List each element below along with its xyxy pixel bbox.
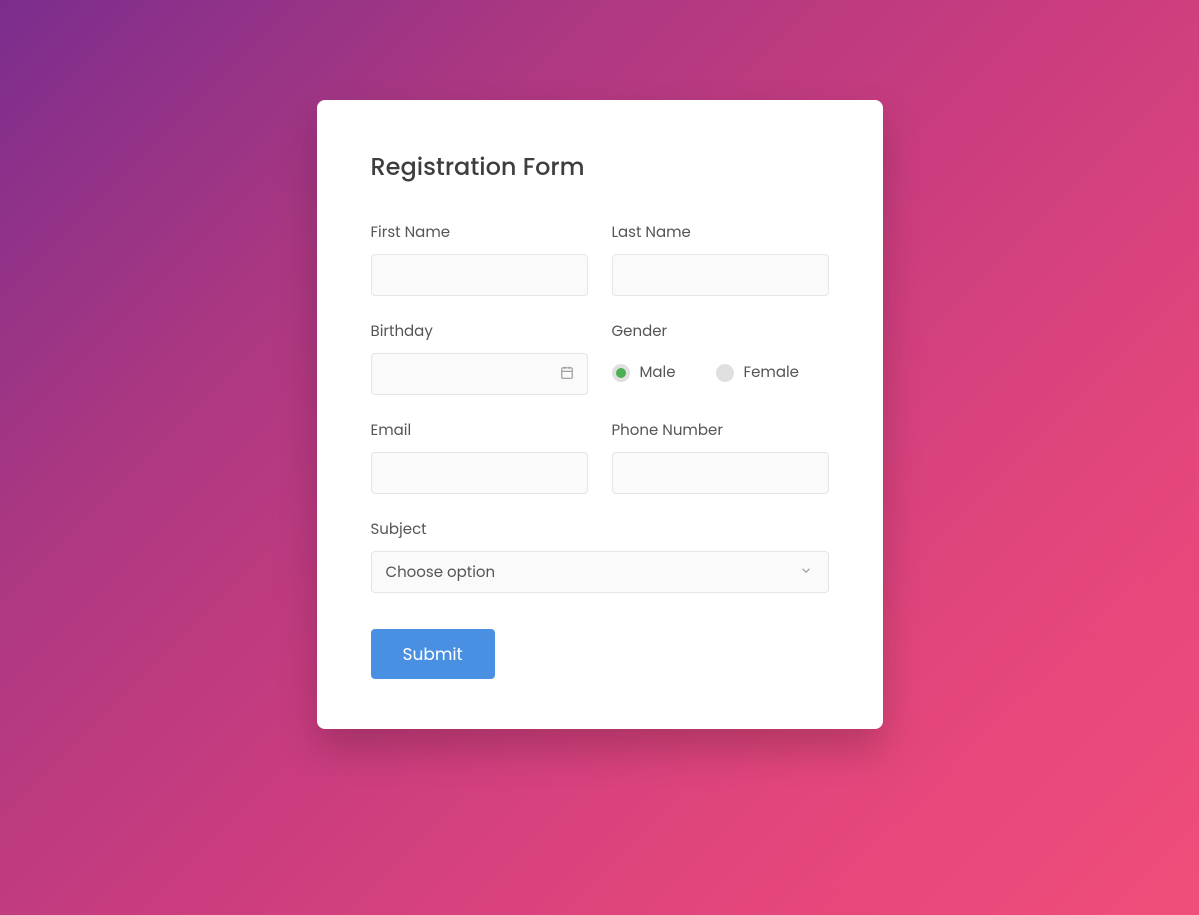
first-name-label: First Name bbox=[371, 221, 588, 244]
email-input[interactable] bbox=[371, 452, 588, 494]
email-label: Email bbox=[371, 419, 588, 442]
gender-group: Gender Male Female bbox=[612, 320, 829, 395]
email-group: Email bbox=[371, 419, 588, 494]
last-name-group: Last Name bbox=[612, 221, 829, 296]
last-name-input[interactable] bbox=[612, 254, 829, 296]
row-subject: Subject Choose option bbox=[371, 518, 829, 593]
subject-label: Subject bbox=[371, 518, 829, 541]
phone-input[interactable] bbox=[612, 452, 829, 494]
subject-select[interactable]: Choose option bbox=[371, 551, 829, 593]
radio-circle-icon bbox=[716, 364, 734, 382]
form-title: Registration Form bbox=[371, 150, 829, 185]
gender-radio-group: Male Female bbox=[612, 353, 829, 384]
subject-group: Subject Choose option bbox=[371, 518, 829, 593]
gender-male-label: Male bbox=[640, 361, 676, 384]
birthday-input-wrapper bbox=[371, 353, 588, 395]
birthday-input[interactable] bbox=[371, 353, 588, 395]
birthday-group: Birthday bbox=[371, 320, 588, 395]
subject-select-wrapper: Choose option bbox=[371, 551, 829, 593]
gender-female-label: Female bbox=[744, 361, 799, 384]
first-name-input[interactable] bbox=[371, 254, 588, 296]
phone-group: Phone Number bbox=[612, 419, 829, 494]
row-email-phone: Email Phone Number bbox=[371, 419, 829, 494]
birthday-label: Birthday bbox=[371, 320, 588, 343]
first-name-group: First Name bbox=[371, 221, 588, 296]
row-birthday-gender: Birthday Gender Male bbox=[371, 320, 829, 395]
gender-male-radio[interactable]: Male bbox=[612, 361, 676, 384]
submit-button[interactable]: Submit bbox=[371, 629, 495, 679]
row-name: First Name Last Name bbox=[371, 221, 829, 296]
gender-female-radio[interactable]: Female bbox=[716, 361, 799, 384]
registration-card: Registration Form First Name Last Name B… bbox=[317, 100, 883, 729]
last-name-label: Last Name bbox=[612, 221, 829, 244]
radio-circle-icon bbox=[612, 364, 630, 382]
gender-label: Gender bbox=[612, 320, 829, 343]
phone-label: Phone Number bbox=[612, 419, 829, 442]
